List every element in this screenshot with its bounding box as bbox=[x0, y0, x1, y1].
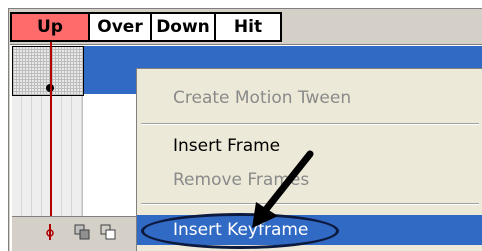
state-down-label: Down bbox=[156, 17, 210, 37]
button-states-header: Up Over Down Hit bbox=[10, 12, 282, 42]
pointer-arrow-icon bbox=[252, 150, 314, 228]
frame-cells[interactable] bbox=[12, 96, 83, 216]
state-up[interactable]: Up bbox=[10, 12, 88, 42]
state-up-label: Up bbox=[37, 17, 63, 37]
state-down[interactable]: Down bbox=[150, 12, 214, 42]
onion-skin-outline-icon[interactable] bbox=[98, 222, 118, 242]
onion-skin-icon[interactable] bbox=[72, 222, 92, 242]
center-frame-icon[interactable] bbox=[40, 222, 60, 242]
state-hit-label: Hit bbox=[233, 17, 263, 37]
state-over[interactable]: Over bbox=[88, 12, 150, 42]
state-over-label: Over bbox=[97, 17, 143, 37]
menu-separator bbox=[141, 123, 479, 125]
state-hit[interactable]: Hit bbox=[214, 12, 282, 42]
playhead-line[interactable] bbox=[50, 42, 52, 242]
menu-item-label: Create Motion Tween bbox=[173, 88, 352, 108]
menu-item-create-motion-tween[interactable]: Create Motion Tween bbox=[137, 83, 482, 113]
